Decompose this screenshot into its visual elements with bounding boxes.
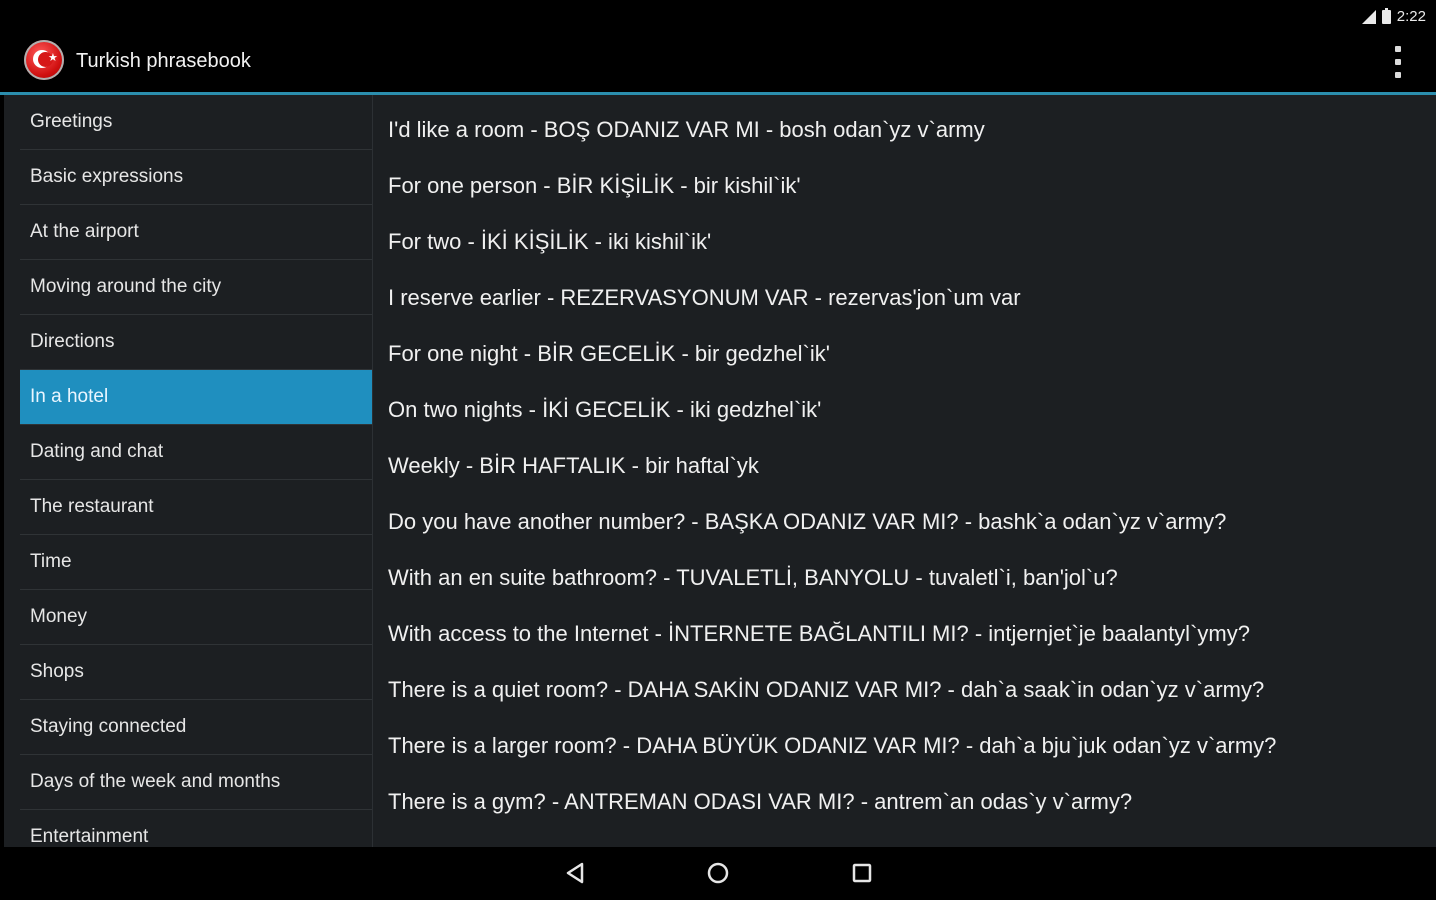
more-vert-icon[interactable] xyxy=(1388,46,1408,78)
phrase-list[interactable]: I'd like a room - BOŞ ODANIZ VAR MI - bo… xyxy=(388,102,1428,830)
phrase-item[interactable]: There is a gym? - ANTREMAN ODASI VAR MI?… xyxy=(388,774,1428,830)
category-item-dating-and-chat[interactable]: Dating and chat xyxy=(20,425,372,480)
category-item-entertainment[interactable]: Entertainment xyxy=(20,810,372,847)
turkish-flag-icon[interactable]: ★ xyxy=(24,40,64,80)
status-bar: 2:22 xyxy=(0,0,1436,34)
category-item-at-the-airport[interactable]: At the airport xyxy=(20,205,372,260)
category-item-moving-around-the-city[interactable]: Moving around the city xyxy=(20,260,372,315)
category-item-in-a-hotel[interactable]: In a hotel xyxy=(20,370,372,425)
home-icon[interactable] xyxy=(704,859,732,887)
recents-icon[interactable] xyxy=(848,859,876,887)
category-item-greetings[interactable]: Greetings xyxy=(20,95,372,150)
phrase-item[interactable]: I'd like a room - BOŞ ODANIZ VAR MI - bo… xyxy=(388,102,1428,158)
star-icon: ★ xyxy=(48,52,58,64)
phrase-item[interactable]: With access to the Internet - İNTERNETE … xyxy=(388,606,1428,662)
category-item-staying-connected[interactable]: Staying connected xyxy=(20,700,372,755)
category-item-the-restaurant[interactable]: The restaurant xyxy=(20,480,372,535)
status-time: 2:22 xyxy=(1396,8,1426,25)
signal-icon xyxy=(1361,9,1376,24)
phrase-item[interactable]: I reserve earlier - REZERVASYONUM VAR - … xyxy=(388,270,1428,326)
main-content: Greetings Basic expressions At the airpo… xyxy=(4,95,1436,847)
phrase-item[interactable]: There is a larger room? - DAHA BÜYÜK ODA… xyxy=(388,718,1428,774)
action-bar: ★ Turkish phrasebook xyxy=(0,34,1436,92)
navigation-bar xyxy=(0,847,1436,900)
phrase-item[interactable]: On two nights - İKİ GECELİK - iki gedzhe… xyxy=(388,382,1428,438)
category-list[interactable]: Greetings Basic expressions At the airpo… xyxy=(20,95,372,847)
category-item-time[interactable]: Time xyxy=(20,535,372,590)
phrase-item[interactable]: With an en suite bathroom? - TUVALETLİ, … xyxy=(388,550,1428,606)
phrase-item[interactable]: For two - İKİ KİŞİLİK - iki kishil`ik' xyxy=(388,214,1428,270)
category-item-days-of-the-week-and-months[interactable]: Days of the week and months xyxy=(20,755,372,810)
overflow-dot xyxy=(1395,59,1401,65)
pane-divider xyxy=(372,95,373,847)
category-item-directions[interactable]: Directions xyxy=(20,315,372,370)
category-item-shops[interactable]: Shops xyxy=(20,645,372,700)
category-item-money[interactable]: Money xyxy=(20,590,372,645)
overflow-dot xyxy=(1395,72,1401,78)
phrase-item[interactable]: For one person - BİR KİŞİLİK - bir kishi… xyxy=(388,158,1428,214)
phrase-item[interactable]: Weekly - BİR HAFTALIK - bir haftal`yk xyxy=(388,438,1428,494)
battery-icon xyxy=(1381,7,1391,24)
back-icon[interactable] xyxy=(562,859,590,887)
category-item-basic-expressions[interactable]: Basic expressions xyxy=(20,150,372,205)
phrase-item[interactable]: Do you have another number? - BAŞKA ODAN… xyxy=(388,494,1428,550)
phrase-item[interactable]: There is a quiet room? - DAHA SAKİN ODAN… xyxy=(388,662,1428,718)
status-indicators: 2:22 xyxy=(1361,7,1426,25)
overflow-dot xyxy=(1395,46,1401,52)
app-title: Turkish phrasebook xyxy=(76,50,251,72)
phrase-item[interactable]: For one night - BİR GECELİK - bir gedzhe… xyxy=(388,326,1428,382)
